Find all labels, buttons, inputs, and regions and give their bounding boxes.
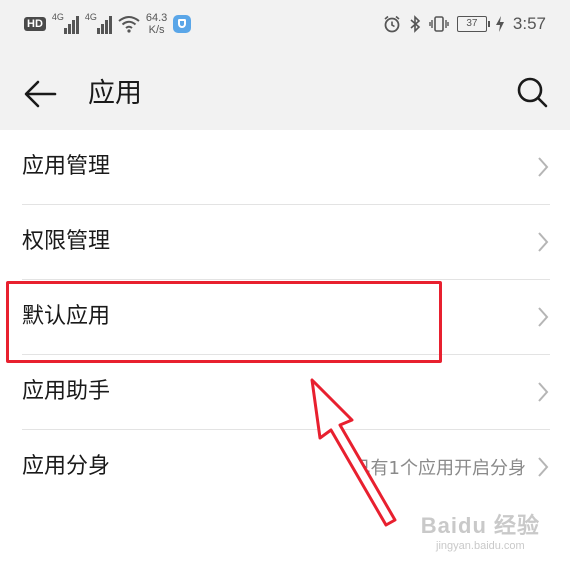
search-icon[interactable] (514, 74, 550, 110)
status-time: 3:57 (512, 14, 546, 33)
watermark-sub: jingyan.baidu.com (436, 540, 525, 552)
list-item-label: 权限管理 (22, 229, 111, 254)
list-item-app-assistant[interactable]: 应用助手 (22, 355, 550, 430)
wifi-icon (118, 16, 140, 33)
vibrate-icon (429, 16, 449, 32)
list-item-label: 应用管理 (22, 154, 111, 179)
list-item-app-management[interactable]: 应用管理 (22, 130, 550, 205)
net-speed-unit: K/s (148, 24, 165, 36)
battery-indicator: 37 (456, 16, 490, 32)
highlight-box (6, 281, 442, 363)
signal-label: 4G (84, 12, 97, 22)
annotation-arrow-icon (310, 378, 397, 527)
list-item-right (536, 130, 550, 204)
back-arrow-icon[interactable] (22, 76, 58, 112)
net-speed: 64.3 K/s (146, 12, 167, 36)
watermark-main: Baidu 经验 (420, 513, 540, 538)
list-item-right (536, 280, 550, 354)
list-item-right (536, 205, 550, 279)
list-item-permission-management[interactable]: 权限管理 (22, 205, 550, 280)
chevron-right-icon (538, 157, 549, 177)
signal-label: 4G (51, 12, 64, 22)
net-speed-value: 64.3 (145, 12, 168, 24)
chevron-right-icon (538, 232, 549, 252)
hd-badge: HD (24, 17, 46, 31)
status-left: HD 4G 4G 64.3 K/s (24, 12, 192, 36)
list-item-right (536, 355, 550, 429)
app-bar: 应用 (0, 56, 570, 130)
page-title: 应用 (88, 78, 142, 109)
charging-icon (495, 16, 504, 32)
signal-icon: 4G (84, 12, 112, 34)
signal-icon: 4G (51, 12, 79, 34)
list-item-label: 应用分身 (22, 454, 111, 479)
chevron-right-icon (538, 307, 549, 327)
list-item-label: 应用助手 (22, 379, 111, 404)
list-item-app-twin[interactable]: 应用分身 已有1个应用开启分身 (22, 430, 550, 504)
chevron-right-icon (538, 382, 549, 402)
watermark: Baidu 经验 jingyan.baidu.com (421, 508, 540, 552)
chevron-right-icon (538, 457, 549, 477)
bluetooth-icon (410, 15, 421, 33)
alarm-icon (384, 15, 400, 33)
status-right: 37 3:57 (383, 14, 546, 34)
status-bar: HD 4G 4G 64.3 K/s 37 3:57 (0, 0, 570, 56)
shield-app-icon (173, 15, 192, 33)
